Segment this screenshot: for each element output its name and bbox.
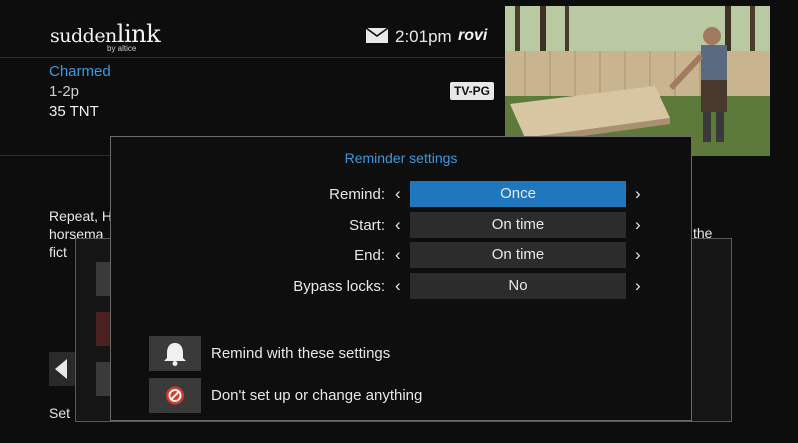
chevron-right-icon[interactable]: › [635,215,641,235]
back-arrow-button [49,352,75,386]
arrow-left-icon [55,359,67,379]
reminder-settings-dialog: Reminder settings Remind: ‹ Once › Start… [110,136,692,421]
remind-setting-row[interactable]: Remind: ‹ Once › [111,181,691,207]
rovi-logo: rovi [458,27,488,44]
prohibited-icon [166,386,184,405]
bypass-locks-value[interactable]: No [410,273,626,299]
envelope-icon [366,28,388,43]
suddenlink-logo: suddenlink by altice [50,16,161,54]
program-title: Charmed [49,63,111,80]
chevron-right-icon[interactable]: › [635,245,641,265]
underlying-button [96,362,110,396]
header-divider [0,57,505,58]
end-value[interactable]: On time [410,242,626,268]
remind-label: Remind: [329,186,385,203]
start-setting-row[interactable]: Start: ‹ On time › [111,212,691,238]
remind-value[interactable]: Once [410,181,626,207]
dialog-title: Reminder settings [344,150,458,166]
tv-guide-screen: suddenlink by altice 2:01pm rovi Charmed… [0,0,798,443]
end-label: End: [354,247,385,264]
start-value[interactable]: On time [410,212,626,238]
remind-with-settings-label: Remind with these settings [211,345,391,362]
brand-subtitle: by altice [107,44,137,53]
bypass-locks-label: Bypass locks: [293,278,385,295]
end-setting-row[interactable]: End: ‹ On time › [111,242,691,268]
chevron-left-icon[interactable]: ‹ [395,184,401,204]
underlying-button [96,312,110,346]
underlying-button [96,262,110,296]
chevron-left-icon[interactable]: ‹ [395,245,401,265]
chevron-left-icon[interactable]: ‹ [395,276,401,296]
dont-set-up-label: Don't set up or change anything [211,387,423,404]
remind-with-settings-button[interactable]: Remind with these settings [149,336,549,371]
program-time: 1-2p [49,83,80,100]
rating-badge: TV-PG [450,82,494,100]
bypass-locks-setting-row[interactable]: Bypass locks: ‹ No › [111,273,691,299]
video-preview [505,6,770,156]
start-label: Start: [349,217,385,234]
clock: 2:01pm [395,27,452,46]
chevron-right-icon[interactable]: › [635,184,641,204]
program-channel: 35 TNT [49,103,99,120]
dont-set-up-button[interactable]: Don't set up or change anything [149,378,549,413]
chevron-left-icon[interactable]: ‹ [395,215,401,235]
chevron-right-icon[interactable]: › [635,276,641,296]
bell-icon [164,343,186,366]
set-label: Set [49,405,71,421]
